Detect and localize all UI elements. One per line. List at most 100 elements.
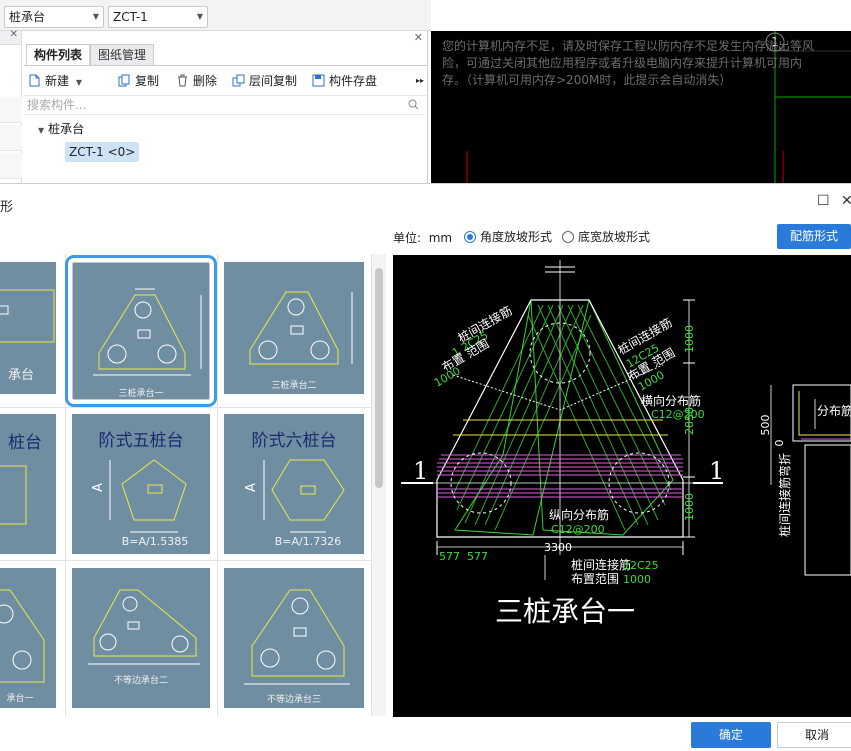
shape-cell-step-six-pile[interactable]: 阶式六桩台 A B=A/1.7326: [224, 414, 364, 554]
delete-button[interactable]: 删除: [176, 72, 217, 90]
label-horizontal-spec: C12@200: [651, 408, 705, 421]
maximize-icon[interactable]: ☐: [817, 193, 830, 209]
ok-button[interactable]: 确定: [691, 722, 771, 748]
close-icon[interactable]: ✕: [841, 193, 851, 209]
label-tie-bottom: 桩间连接筋: [571, 557, 631, 572]
list-item[interactable]: [0, 125, 22, 151]
new-button-label: 新建: [45, 74, 70, 88]
radio-width-slope[interactable]: 底宽放坡形式: [562, 228, 650, 245]
name-select[interactable]: ZCT-1 ▼: [108, 6, 208, 28]
unit-label-text: 单位:: [393, 231, 422, 245]
component-search-input[interactable]: 搜索构件...: [24, 95, 426, 115]
dim-left-b: 577: [467, 550, 488, 563]
shape-formula: B=A/1.7326: [274, 535, 342, 548]
close-icon[interactable]: ✕: [10, 29, 18, 40]
shape-cell-three-pile-2[interactable]: 三桩承台二: [224, 262, 364, 394]
shape-diagram: [88, 589, 200, 665]
save-component-button[interactable]: 构件存盘: [312, 72, 377, 90]
grid-divider: [217, 254, 218, 716]
unit-label: 单位: mm: [393, 229, 452, 246]
label-distribution: 分布筋: [817, 403, 851, 418]
new-file-icon: [29, 74, 40, 87]
cancel-button[interactable]: 取消: [777, 722, 851, 748]
floor-copy-button[interactable]: 层间复制: [232, 72, 297, 90]
scrollbar-thumb[interactable]: [375, 268, 383, 488]
shape-caption: 不等边承台三: [266, 695, 321, 705]
tab-divider: [24, 65, 427, 66]
unit-value: mm: [428, 231, 453, 245]
list-item[interactable]: [0, 153, 22, 179]
shape-diagram: [249, 291, 353, 365]
top-toolbar: 桩承台 ▼ ZCT-1 ▼: [0, 0, 431, 31]
radio-angle-slope[interactable]: 角度放坡形式: [464, 228, 552, 245]
radio-checked-icon: [464, 231, 476, 243]
floor-copy-label: 层间复制: [249, 74, 298, 88]
memory-warning-text: 您的计算机内存不足，请及时保存工程以防内存不足发生内存溢出等风险，可通过关闭其他…: [442, 39, 815, 87]
left-panel: ✕: [0, 29, 22, 183]
shape-caption: 三桩承台一: [118, 389, 164, 399]
preview-drawing: 1000 2858 1000 3300 577 577 1 1 桩间连接筋 1 …: [401, 260, 851, 628]
copy-button[interactable]: 复制: [118, 72, 159, 90]
shape-cell-unequal-1[interactable]: 承台一: [0, 568, 56, 708]
shape-formula: B=A/1.5385: [121, 535, 189, 548]
tree-group-label: 桩承台: [48, 122, 85, 136]
shape-cell-unequal-2[interactable]: 不等边承台二: [72, 568, 210, 708]
tree-group[interactable]: ▼ 桩承台: [38, 120, 84, 137]
dim-side-500: 500: [759, 415, 772, 436]
shape-grid: 承台 三桩承台一 三桩承台二 桩台 阶式五桩台 A B=A/1.5385 阶式六…: [0, 254, 372, 716]
section-mark-left: 1: [413, 457, 428, 485]
tab-drawing-manage[interactable]: 图纸管理: [90, 44, 155, 66]
tab-component-list[interactable]: 构件列表: [26, 44, 91, 66]
name-select-value: ZCT-1: [113, 10, 148, 24]
radio-angle-label: 角度放坡形式: [480, 230, 553, 244]
chevron-down-icon: ▼: [196, 12, 203, 21]
search-icon: [408, 99, 419, 110]
dim-bottom: 1000: [683, 493, 696, 521]
label-vertical-spec: C12@200: [551, 523, 605, 536]
shape-cell-pile-cap[interactable]: 桩台: [0, 414, 56, 554]
radio-width-label: 底宽放坡形式: [578, 230, 651, 244]
dim-label: A: [243, 483, 259, 492]
shape-cell-cap[interactable]: 承台: [0, 262, 56, 394]
shape-cell-unequal-3[interactable]: 不等边承台三: [224, 568, 364, 708]
shape-caption: 三桩承台二: [271, 381, 317, 391]
cad-viewport[interactable]: 1 您的计算机内存不足，请及时保存工程以防内存不足发生内存溢出等风险，可通过关闭…: [431, 31, 851, 183]
label-vertical: 纵向分布筋: [549, 507, 609, 522]
copy-button-label: 复制: [135, 74, 160, 88]
type-select-value: 桩承台: [9, 10, 46, 24]
new-button[interactable]: 新建 ▼: [28, 72, 82, 90]
label-horizontal: 横向分布筋: [641, 393, 701, 408]
preview-title: 三桩承台一: [495, 595, 635, 628]
shape-caption: 承台一: [6, 694, 34, 704]
more-icon[interactable]: ▸▸: [416, 72, 424, 90]
shape-caption: 不等边承台二: [113, 676, 168, 686]
dialog-title: 形: [0, 200, 14, 215]
rebar-form-button[interactable]: 配筋形式: [777, 224, 851, 249]
shape-diagram: [0, 589, 45, 683]
list-item[interactable]: [0, 97, 22, 123]
shape-caption: 承台: [7, 368, 34, 383]
shape-diagram: [0, 465, 27, 525]
save-icon: [312, 74, 325, 87]
label-side-vertical: 桩间连接筋弯折: [777, 453, 792, 537]
component-panel: ✕ 构件列表 图纸管理 新建 ▼ 复制 删除 层间复制 构件存盘 ▸▸ 搜索构件…: [24, 31, 428, 183]
left-panel-header: ✕: [0, 29, 21, 45]
label-range-bottom: 布置范围: [571, 572, 619, 586]
type-select[interactable]: 桩承台 ▼: [4, 6, 104, 28]
shape-diagram: [93, 288, 202, 376]
dim-top: 1000: [683, 325, 696, 353]
shape-diagram: [244, 589, 350, 685]
tree-item-zct-1[interactable]: ZCT-1 <0>: [65, 142, 140, 162]
grid-divider: [0, 407, 371, 408]
floor-copy-icon: [232, 74, 245, 87]
chevron-down-icon: ▼: [92, 12, 99, 21]
shape-cell-step-five-pile[interactable]: 阶式五桩台 A B=A/1.5385: [72, 414, 210, 554]
shape-cell-three-pile-1[interactable]: 三桩承台一: [65, 255, 217, 407]
tree-caret-icon: ▼: [38, 126, 45, 135]
close-icon[interactable]: ✕: [414, 31, 423, 44]
grid-scrollbar[interactable]: [372, 254, 386, 716]
label-range-bottom-value: 1000: [623, 573, 651, 586]
label-tie-bottom-spec: 12C25: [623, 559, 659, 572]
dim-left-a: 577: [439, 550, 460, 563]
chevron-down-icon: ▼: [75, 78, 82, 87]
